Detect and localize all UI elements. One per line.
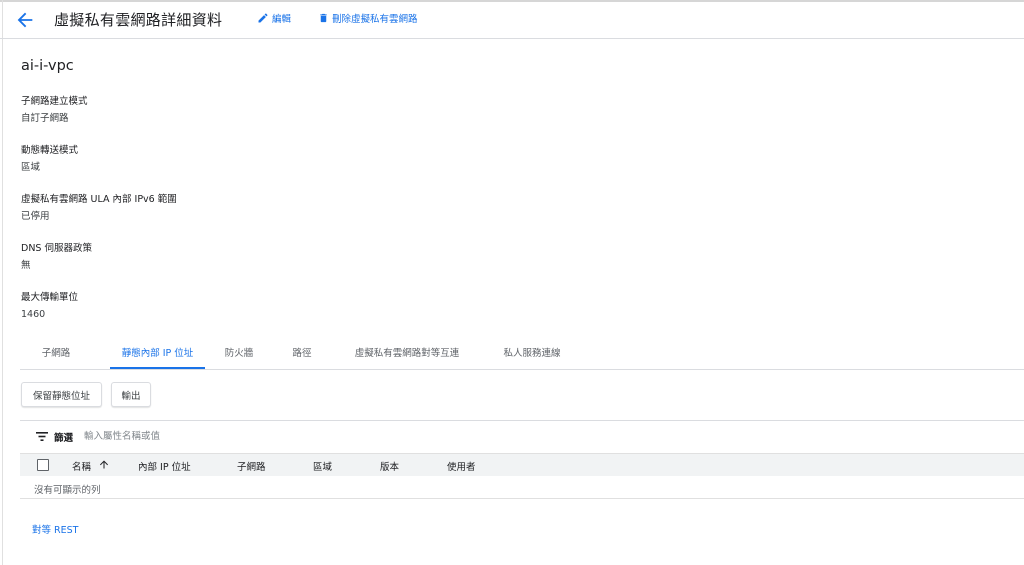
tab-routes[interactable]: 路徑 (285, 342, 319, 370)
tab-vpc-peering[interactable]: 虛擬私有雲網路對等互連 (346, 342, 468, 370)
detail-label: 虛擬私有雲網路 ULA 內部 IPv6 範圍 (21, 194, 177, 205)
sort-ascending-icon[interactable] (98, 458, 110, 471)
detail-dns-policy: DNS 伺服器政策 無 (21, 243, 92, 272)
detail-value: 區域 (21, 162, 41, 173)
detail-ula-ipv6: 虛擬私有雲網路 ULA 內部 IPv6 範圍 已停用 (21, 194, 177, 223)
filter-input[interactable] (84, 427, 384, 445)
filter-label: 篩選 (54, 433, 74, 444)
detail-routing-mode: 動態轉送模式 區域 (21, 145, 78, 174)
equivalent-rest-link[interactable]: 對等 REST (32, 522, 78, 536)
empty-message: 沒有可顯示的列 (34, 485, 101, 496)
tab-bar: 子網路 靜態內部 IP 位址 防火牆 路徑 虛擬私有雲網路對等互連 私人服務連線 (20, 342, 1024, 370)
column-header-region[interactable]: 區域 (313, 459, 332, 473)
edit-button[interactable]: 編輯 (257, 11, 291, 25)
export-button[interactable]: 輸出 (111, 382, 151, 407)
page-title: 虛擬私有雲網路詳細資料 (54, 11, 223, 29)
detail-subnet-mode: 子網路建立模式 自訂子網路 (21, 96, 88, 125)
reserve-static-address-button[interactable]: 保留靜態位址 (21, 382, 102, 407)
detail-value: 1460 (21, 309, 46, 320)
left-divider (2, 0, 3, 565)
column-header-users[interactable]: 使用者 (447, 459, 476, 473)
page-header: 虛擬私有雲網路詳細資料 編輯 刪除虛擬私有雲網路 (0, 2, 1024, 39)
tab-static-internal-ip[interactable]: 靜態內部 IP 位址 (110, 342, 205, 370)
detail-label: 最大傳輸單位 (21, 292, 79, 303)
detail-value: 無 (21, 260, 31, 271)
tab-private-service-connection[interactable]: 私人服務連線 (496, 342, 568, 370)
detail-value: 自訂子網路 (21, 113, 69, 124)
detail-label: 子網路建立模式 (21, 96, 88, 107)
filter-icon[interactable] (36, 432, 48, 441)
vpc-name: ai-i-vpc (21, 58, 74, 74)
back-arrow-icon[interactable] (14, 9, 36, 31)
table-header: 名稱 內部 IP 位址 子網路 區域 版本 使用者 (20, 453, 1024, 476)
filter-bar: 篩選 (20, 420, 1024, 452)
detail-mtu: 最大傳輸單位 1460 (21, 292, 78, 321)
column-header-name[interactable]: 名稱 (72, 459, 91, 473)
trash-icon (320, 13, 327, 23)
select-all-checkbox[interactable] (37, 459, 49, 471)
delete-label: 刪除虛擬私有雲網路 (332, 14, 418, 25)
column-header-internal-ip[interactable]: 內部 IP 位址 (138, 459, 191, 473)
table-empty-row: 沒有可顯示的列 (20, 476, 1024, 499)
detail-value: 已停用 (21, 211, 50, 222)
edit-label: 編輯 (272, 14, 292, 25)
delete-vpc-button[interactable]: 刪除虛擬私有雲網路 (318, 11, 418, 25)
active-tab-indicator (110, 367, 205, 369)
column-header-version[interactable]: 版本 (380, 459, 399, 473)
page: 虛擬私有雲網路詳細資料 編輯 刪除虛擬私有雲網路 ai-i-vpc 子網路建立模… (0, 0, 1024, 565)
detail-label: 動態轉送模式 (21, 145, 79, 156)
tab-firewall[interactable]: 防火牆 (217, 342, 261, 370)
column-header-subnet[interactable]: 子網路 (237, 459, 266, 473)
detail-label: DNS 伺服器政策 (21, 243, 92, 254)
pencil-icon (258, 13, 268, 23)
tab-subnets[interactable]: 子網路 (34, 342, 78, 370)
